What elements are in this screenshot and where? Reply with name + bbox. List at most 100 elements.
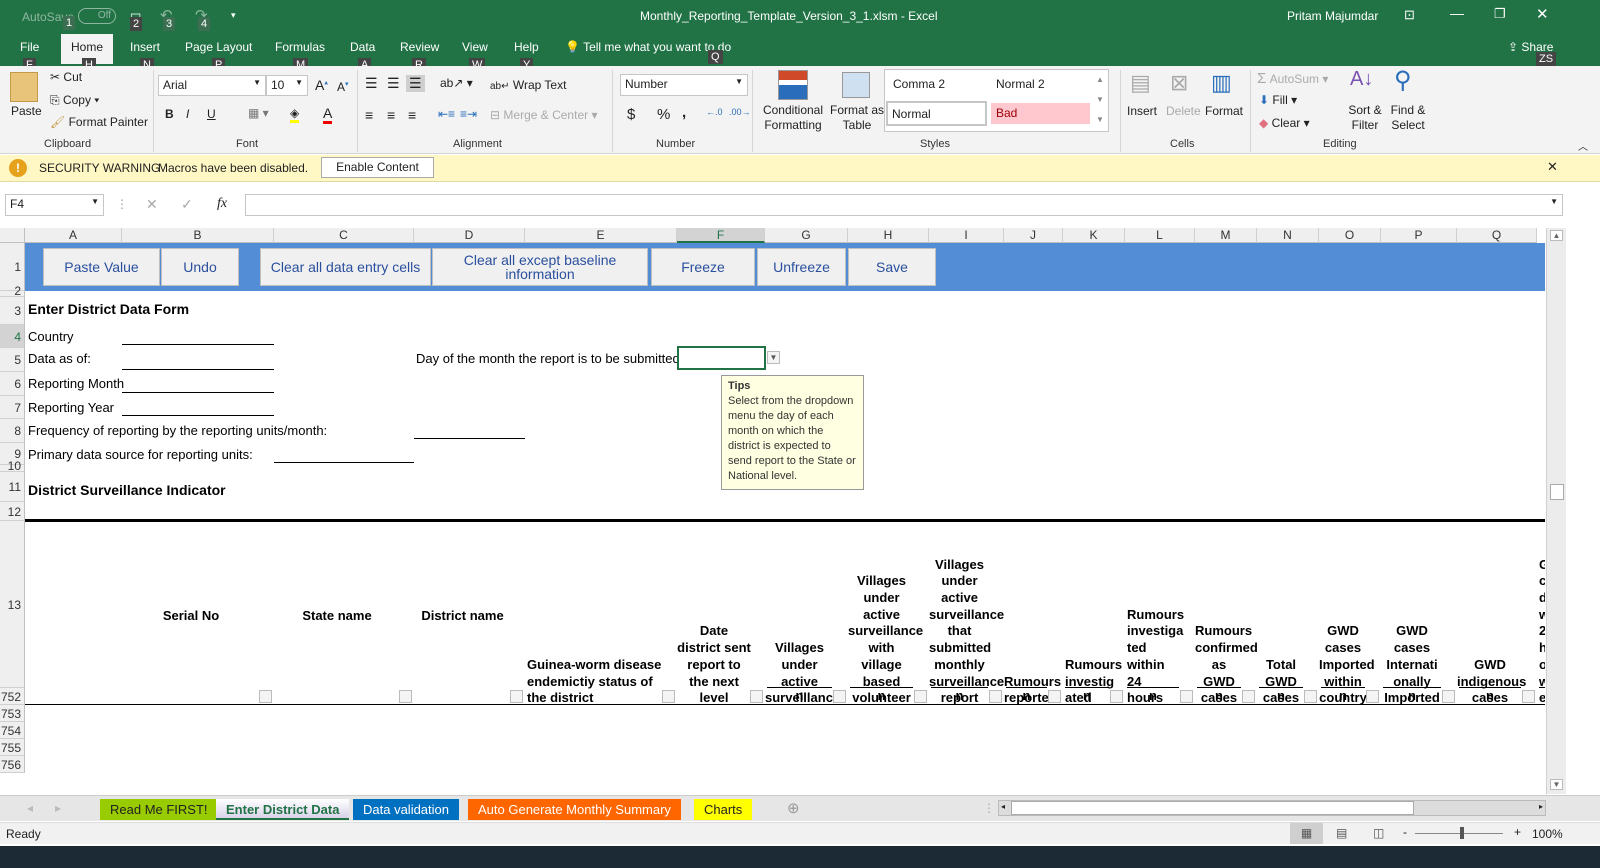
fill-button[interactable]: ⬇ Fill ▾ [1259, 93, 1297, 107]
column-header-f[interactable]: F [677, 228, 765, 243]
style-comma-2[interactable]: Comma 2 [893, 77, 945, 91]
column-header-n[interactable]: N [1257, 228, 1319, 243]
merge-center-button[interactable]: ⊟ Merge & Center ▾ [490, 108, 597, 122]
tab-help[interactable]: Help [514, 40, 539, 54]
decrease-indent-icon[interactable]: ⇤≡ [438, 107, 455, 121]
decrease-font-icon[interactable]: A▾ [337, 80, 349, 94]
tab-review[interactable]: Review [400, 40, 439, 54]
dropdown-arrow-icon[interactable]: ▼ [767, 351, 780, 364]
column-header-h[interactable]: H [848, 228, 929, 243]
zoom-out-button[interactable]: - [1403, 825, 1407, 839]
format-as-table-button[interactable]: Format as Table [830, 103, 884, 133]
worksheet-grid[interactable]: A B C D E F G H I J K L M N O P Q 1 2 3 4 5 6 7 8 9 10 11 12 13 752 753… [0, 228, 1545, 794]
style-bad[interactable]: Bad [991, 103, 1090, 124]
zoom-slider[interactable] [1415, 833, 1503, 834]
increase-font-icon[interactable]: A▴ [315, 77, 328, 93]
row-header-4[interactable]: 4 [0, 325, 25, 348]
delete-cells-icon[interactable]: ⊠ [1170, 70, 1188, 96]
paste-button[interactable]: Paste [11, 104, 42, 118]
cancel-icon[interactable]: ✕ [146, 196, 158, 213]
minimize-icon[interactable]: — [1450, 5, 1464, 21]
sheet-tab-auto-generate-monthly-summary[interactable]: Auto Generate Monthly Summary [468, 799, 681, 820]
filter-dropdown-icon[interactable] [510, 690, 523, 703]
fill-color-icon[interactable]: ◈ [290, 106, 300, 123]
column-header-c[interactable]: C [274, 228, 414, 243]
column-header-o[interactable]: O [1319, 228, 1381, 243]
filter-dropdown-icon[interactable] [1242, 690, 1255, 703]
name-box[interactable]: F4 ▼ [5, 194, 104, 216]
copy-button[interactable]: ⎘ Copy ▾ [50, 93, 99, 108]
increase-decimal-icon[interactable]: ←.0 [706, 107, 723, 117]
column-header-m[interactable]: M [1195, 228, 1257, 243]
user-name[interactable]: Pritam Majumdar [1287, 9, 1378, 23]
row-header-753[interactable]: 753 [0, 705, 25, 722]
column-header-a[interactable]: A [25, 228, 122, 243]
autosave-toggle[interactable]: Off [78, 8, 116, 24]
sheet-tab-enter-district-data[interactable]: Enter District Data [216, 799, 350, 820]
row-header-5[interactable]: 5 [0, 348, 25, 372]
collapse-ribbon-icon[interactable]: ︿ [1578, 138, 1588, 153]
row-header-756[interactable]: 756 [0, 756, 25, 773]
close-warning-icon[interactable]: ✕ [1547, 159, 1558, 175]
style-normal-2[interactable]: Normal 2 [996, 77, 1045, 91]
font-size-select[interactable]: 10 ▼ [266, 75, 308, 96]
bottom-align-icon[interactable]: ☰ [406, 75, 425, 92]
format-as-table-icon[interactable] [842, 72, 870, 98]
tab-data[interactable]: Data [350, 40, 375, 54]
enable-content-button[interactable]: Enable Content [321, 157, 434, 178]
row-header-10[interactable]: 10 [0, 460, 25, 472]
format-cells-icon[interactable]: ▥ [1211, 70, 1232, 96]
filter-dropdown-icon[interactable] [259, 690, 272, 703]
row-header-754[interactable]: 754 [0, 722, 25, 739]
tab-file[interactable]: File [20, 40, 39, 54]
filter-dropdown-icon[interactable] [1522, 690, 1535, 703]
bold-button[interactable]: B [165, 107, 174, 121]
new-sheet-icon[interactable]: ⊕ [787, 799, 800, 817]
find-icon[interactable]: ⚲ [1394, 66, 1412, 95]
orientation-icon[interactable]: ab↗ ▾ [440, 76, 473, 90]
sheet-tab-data-validation[interactable]: Data validation [353, 799, 459, 820]
filter-dropdown-icon[interactable] [662, 690, 675, 703]
align-left-icon[interactable]: ≡ [365, 107, 373, 123]
tab-view[interactable]: View [462, 40, 488, 54]
tab-splitter[interactable]: ⋮ [983, 801, 995, 815]
clear-button[interactable]: ◆ Clear ▾ [1259, 116, 1310, 130]
filter-dropdown-icon[interactable] [1442, 690, 1455, 703]
page-break-view-icon[interactable]: ◫ [1373, 826, 1384, 840]
macro-button-undo[interactable]: Undo [161, 248, 239, 286]
top-align-icon[interactable]: ☰ [365, 75, 378, 92]
sort-filter-button[interactable]: Sort & Filter [1345, 103, 1385, 133]
zoom-level[interactable]: 100% [1532, 827, 1563, 841]
borders-icon[interactable]: ▦ ▾ [248, 106, 269, 120]
font-name-select[interactable]: Arial ▼ [158, 75, 266, 96]
macro-button-clear-all-except-baseline-information[interactable]: Clear all except baseline information [432, 248, 648, 286]
column-header-k[interactable]: K [1063, 228, 1125, 243]
conditional-formatting-button[interactable]: Conditional Formatting [762, 103, 824, 133]
zoom-in-button[interactable]: + [1514, 825, 1521, 839]
filter-dropdown-icon[interactable] [833, 690, 846, 703]
currency-button[interactable]: $ [627, 106, 635, 123]
find-select-button[interactable]: Find & Select [1386, 103, 1430, 133]
row-header-11[interactable]: 11 [0, 472, 25, 502]
italic-button[interactable]: I [186, 107, 189, 121]
filter-dropdown-icon[interactable] [1048, 690, 1061, 703]
row-header-13[interactable]: 13 [0, 521, 25, 688]
formula-input[interactable]: ▼ [245, 194, 1563, 216]
conditional-formatting-icon[interactable] [778, 70, 808, 100]
row-header-12[interactable]: 12 [0, 502, 25, 521]
sort-filter-icon[interactable]: A↓ [1350, 68, 1373, 91]
cut-button[interactable]: ✂ Cut [50, 70, 82, 84]
prev-sheet-icon[interactable]: ◂ [27, 801, 33, 815]
row-header-8[interactable]: 8 [0, 419, 25, 443]
decrease-decimal-icon[interactable]: .00→ [729, 107, 751, 117]
row-header-7[interactable]: 7 [0, 396, 25, 419]
horizontal-scrollbar[interactable]: ◂ ▸ [998, 800, 1546, 816]
column-header-j[interactable]: J [1004, 228, 1063, 243]
column-header-g[interactable]: G [765, 228, 848, 243]
autosum-button[interactable]: Σ AutoSum ▾ [1257, 70, 1328, 87]
tell-me-search[interactable]: 💡 Tell me what you want to do [565, 40, 731, 54]
close-icon[interactable]: ✕ [1536, 5, 1549, 23]
macro-button-paste-value[interactable]: Paste Value [43, 248, 160, 286]
customize-qat-icon[interactable]: ▾ [231, 10, 236, 21]
row-header-755[interactable]: 755 [0, 739, 25, 756]
